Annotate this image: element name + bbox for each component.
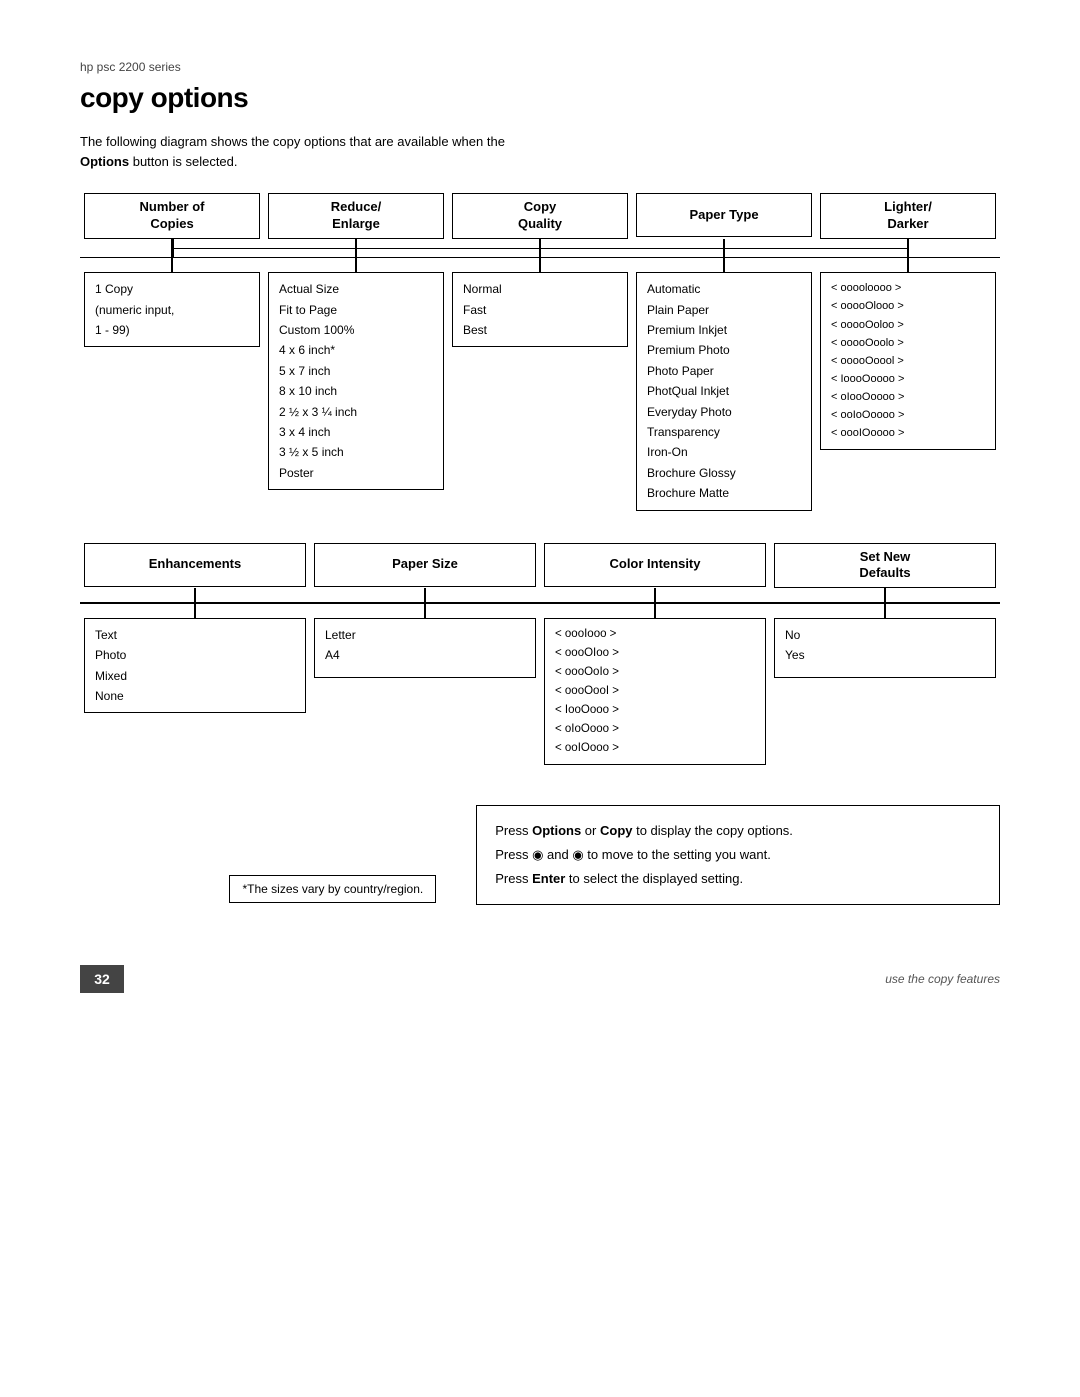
page-title: copy options [80, 82, 1000, 114]
content-col-papertype: AutomaticPlain PaperPremium InkjetPremiu… [632, 272, 816, 510]
col-color-intensity: Color Intensity [540, 543, 770, 589]
col-number-of-copies: Number ofCopies [80, 193, 264, 239]
row2-area: Enhancements Paper Size Color Intensity … [80, 543, 1000, 765]
content-enhancements: TextPhotoMixedNone [84, 618, 306, 714]
footnote-box: *The sizes vary by country/region. [229, 875, 436, 903]
content-col-lighter: < ooooloooo >< ooooOlooo >< ooooOoloo ><… [816, 272, 1000, 510]
series-label: hp psc 2200 series [80, 60, 1000, 74]
content-copy-quality: NormalFastBest [452, 272, 628, 347]
content-color-intensity: < oooIooo >< oooOIoo >< oooOoIo >< oooOo… [544, 618, 766, 765]
content-number-of-copies: 1 Copy(numeric input,1 - 99) [84, 272, 260, 347]
col-set-new-defaults: Set NewDefaults [770, 543, 1000, 589]
col-lighter-darker: Lighter/Darker [816, 193, 1000, 239]
content-set-new-defaults: NoYes [774, 618, 996, 678]
col-copy-quality: CopyQuality [448, 193, 632, 239]
content-paper-type: AutomaticPlain PaperPremium InkjetPremiu… [636, 272, 812, 510]
content-col-colorintensity: < oooIooo >< oooOIoo >< oooOoIo >< oooOo… [540, 618, 770, 765]
info-box: Press Options or Copy to display the cop… [476, 805, 1000, 905]
header-paper-type: Paper Type [636, 193, 812, 237]
header-reduce-enlarge: Reduce/Enlarge [268, 193, 444, 239]
content-col-quality: NormalFastBest [448, 272, 632, 510]
header-set-new-defaults: Set NewDefaults [774, 543, 996, 589]
page-number-box: 32 [80, 965, 124, 993]
col-reduce-enlarge: Reduce/Enlarge [264, 193, 448, 239]
content-col-reduce: Actual SizeFit to PageCustom 100%4 x 6 i… [264, 272, 448, 510]
bottom-section: *The sizes vary by country/region. Press… [80, 805, 1000, 905]
row2-content: TextPhotoMixedNone LetterA4 < oooIooo ><… [80, 618, 1000, 765]
content-col-setnewdefaults: NoYes [770, 618, 1000, 765]
header-enhancements: Enhancements [84, 543, 306, 587]
row1-headers: Number ofCopies Reduce/Enlarge CopyQuali… [80, 193, 1000, 239]
header-copy-quality: CopyQuality [452, 193, 628, 239]
col-paper-type: Paper Type [632, 193, 816, 239]
row1-drops [80, 258, 1000, 272]
row1-content: 1 Copy(numeric input,1 - 99) Actual Size… [80, 272, 1000, 510]
diagram: Number ofCopies Reduce/Enlarge CopyQuali… [80, 193, 1000, 765]
header-color-intensity: Color Intensity [544, 543, 766, 587]
content-col-papersize: LetterA4 [310, 618, 540, 765]
row2-headers: Enhancements Paper Size Color Intensity … [80, 543, 1000, 589]
header-paper-size: Paper Size [314, 543, 536, 587]
row2-vlines-top [80, 588, 1000, 602]
header-number-of-copies: Number ofCopies [84, 193, 260, 239]
row2-drops [80, 604, 1000, 618]
col-paper-size: Paper Size [310, 543, 540, 589]
header-lighter-darker: Lighter/Darker [820, 193, 996, 239]
content-paper-size: LetterA4 [314, 618, 536, 678]
page-footer: 32 use the copy features [80, 965, 1000, 993]
content-reduce-enlarge: Actual SizeFit to PageCustom 100%4 x 6 i… [268, 272, 444, 490]
content-lighter-darker: < ooooloooo >< ooooOlooo >< ooooOoloo ><… [820, 272, 996, 449]
row1-vlines [80, 239, 1000, 257]
content-col-copies: 1 Copy(numeric input,1 - 99) [80, 272, 264, 510]
col-enhancements: Enhancements [80, 543, 310, 589]
intro-text: The following diagram shows the copy opt… [80, 132, 760, 171]
content-col-enhancements: TextPhotoMixedNone [80, 618, 310, 765]
footer-right: use the copy features [885, 972, 1000, 986]
